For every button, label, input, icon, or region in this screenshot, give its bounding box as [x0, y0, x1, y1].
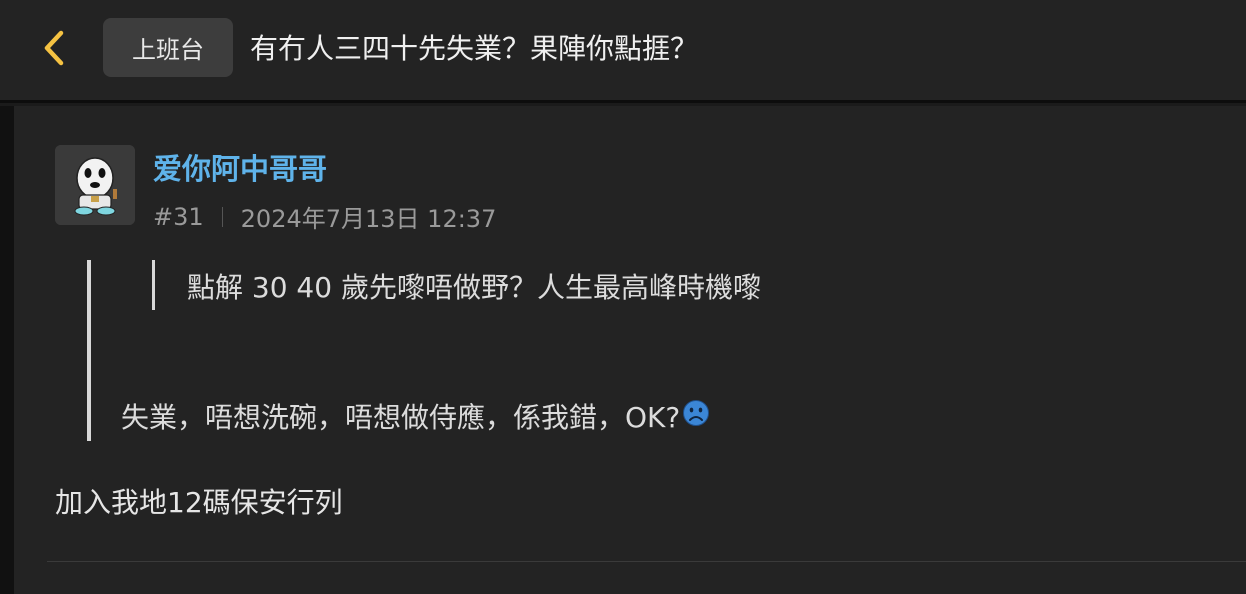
post-body: 加入我地12碼保安行列	[55, 486, 343, 519]
floor-number: #31	[153, 202, 204, 231]
thread-title: 有冇人三四十先失業？果陣你點捱？	[250, 32, 699, 65]
post-divider	[47, 561, 1246, 562]
left-rail	[0, 106, 14, 594]
channel-label: 上班台	[132, 36, 204, 64]
sad-face-icon	[682, 399, 710, 434]
post-meta: #31 2024年7月13日 12:37	[153, 199, 496, 234]
quote-reply: 失業，唔想洗碗，唔想做侍應，係我錯，OK?	[121, 396, 710, 436]
channel-button[interactable]: 上班台	[103, 18, 233, 77]
top-bar: 上班台 有冇人三四十先失業？果陣你點捱？	[0, 0, 1246, 103]
back-button[interactable]	[34, 26, 74, 70]
post-timestamp: 2024年7月13日 12:37	[240, 205, 497, 233]
chevron-left-icon	[44, 30, 64, 66]
username[interactable]: 爱你阿中哥哥	[153, 146, 327, 188]
nested-quote-text: 點解 30 40 歲先嚟唔做野？人生最高峰時機嚟	[187, 271, 761, 304]
nested-quote-bar	[152, 260, 155, 310]
shy-guy-avatar-icon	[55, 145, 135, 225]
quote-bar	[87, 260, 91, 441]
quote-reply-text: 失業，唔想洗碗，唔想做侍應，係我錯，OK?	[121, 401, 681, 434]
post: 爱你阿中哥哥 #31 2024年7月13日 12:37 點解 30 40 歲先嚟…	[14, 106, 1246, 594]
meta-separator	[221, 206, 223, 227]
avatar[interactable]	[55, 145, 135, 225]
